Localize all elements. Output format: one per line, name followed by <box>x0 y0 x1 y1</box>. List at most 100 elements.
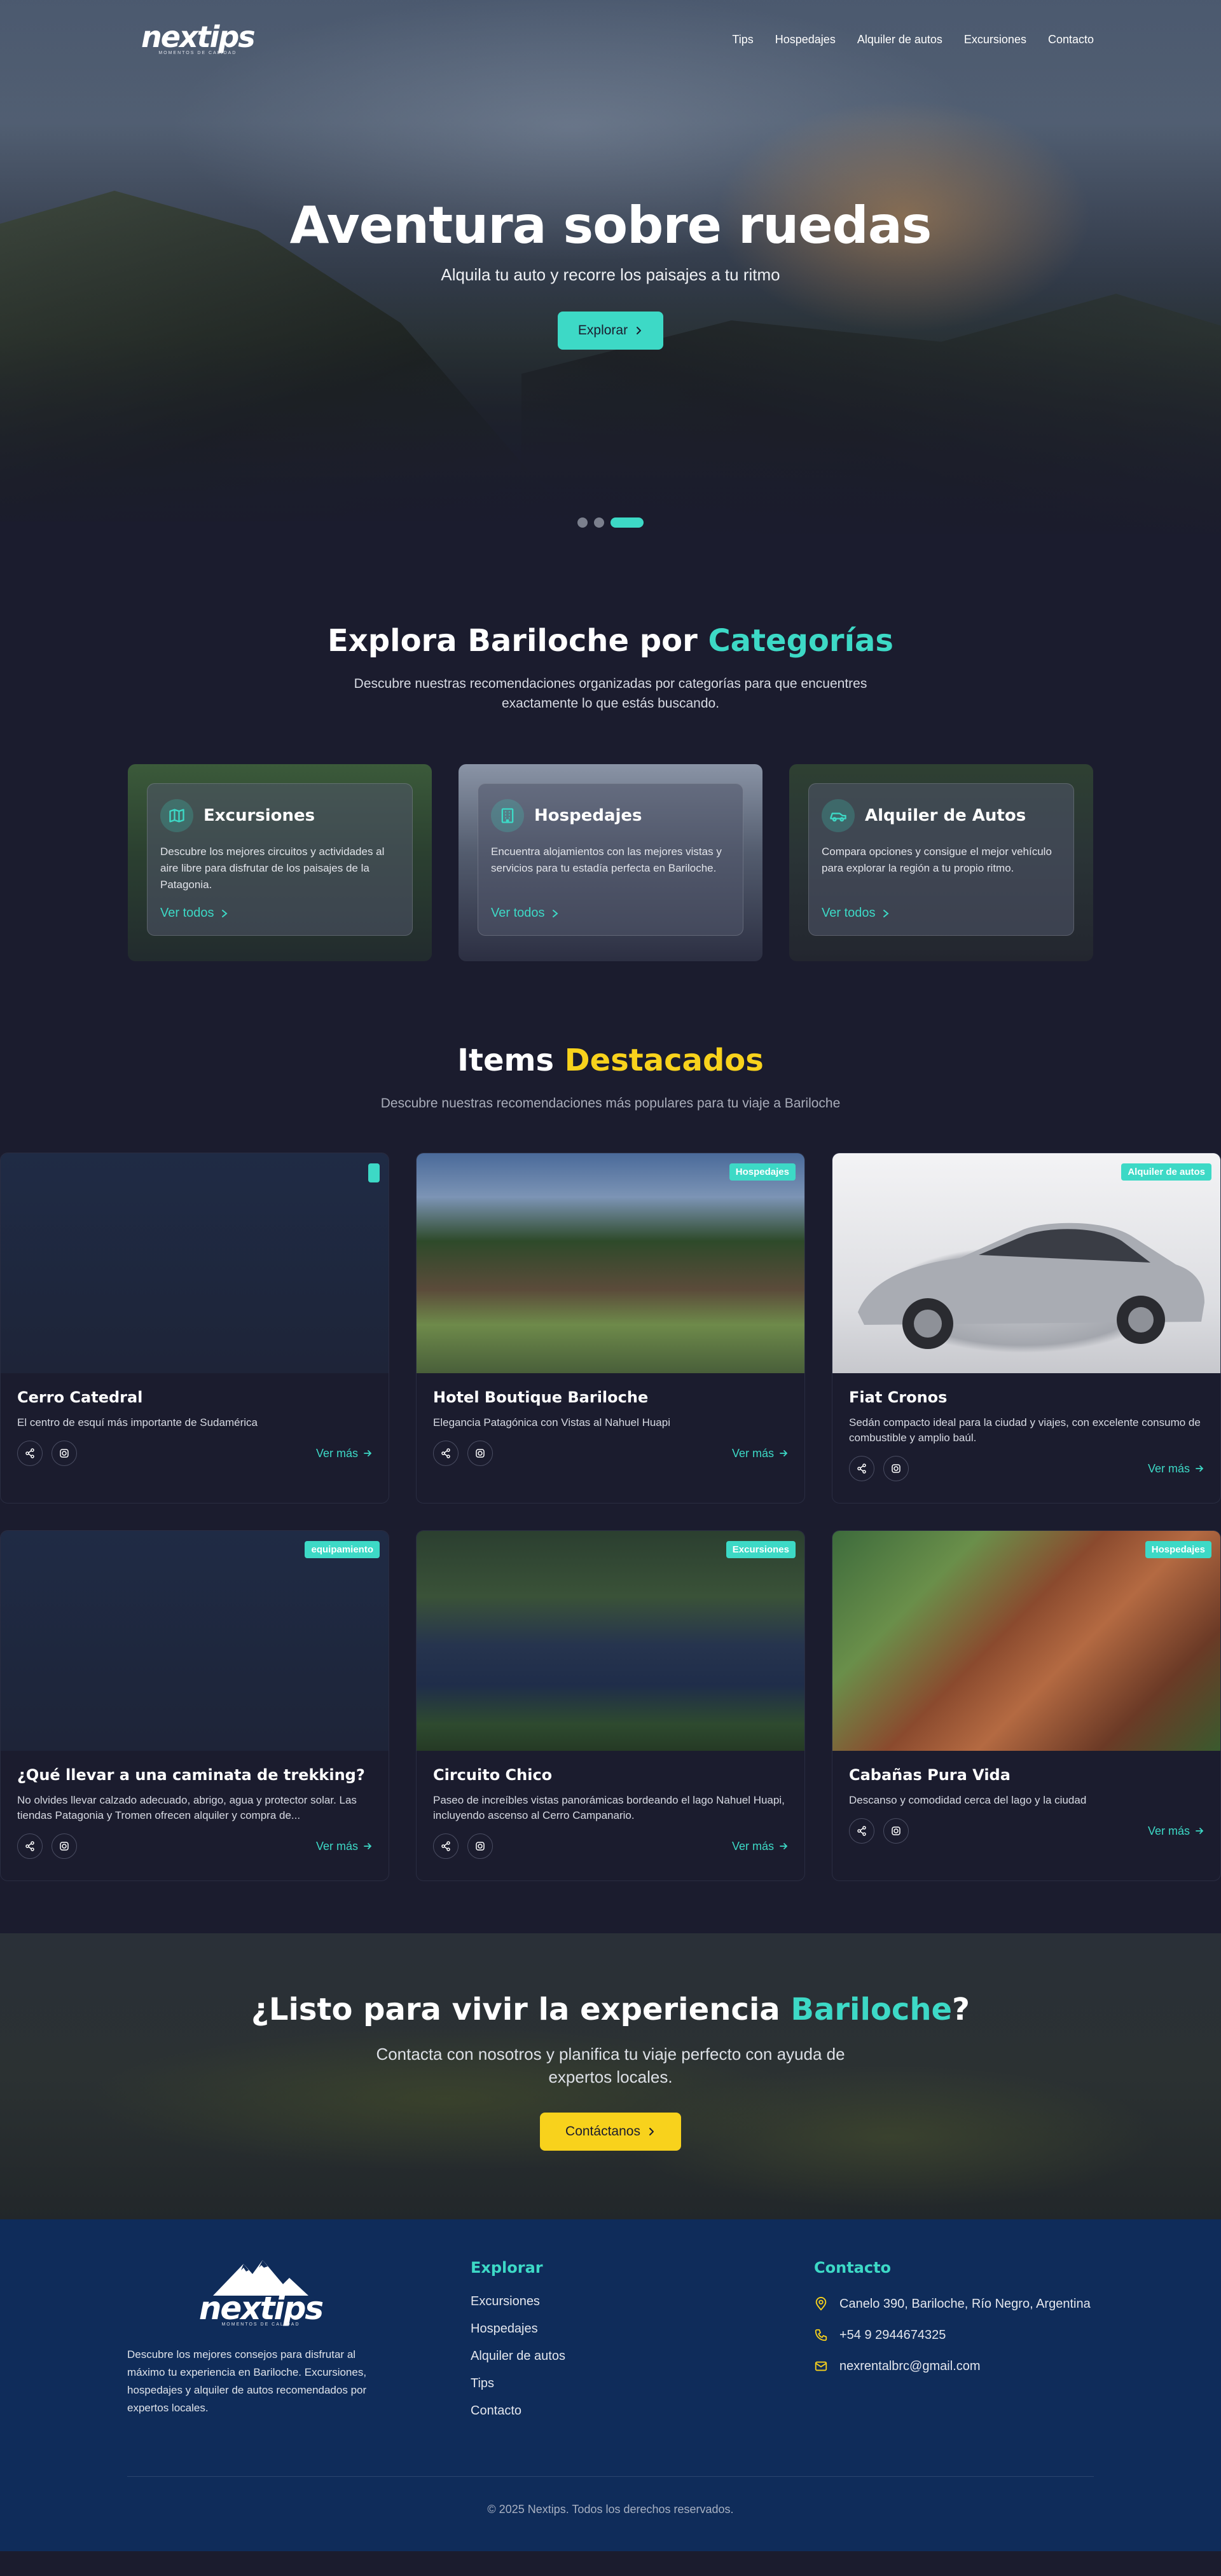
instagram-icon[interactable] <box>52 1833 77 1859</box>
item-image: Hospedajes <box>417 1153 804 1373</box>
item-image: Excursiones <box>417 1531 804 1751</box>
category-cards: Excursiones Descubre los mejores circuit… <box>0 764 1221 961</box>
footer-email[interactable]: nexrentalbrc@gmail.com <box>814 2357 1094 2379</box>
ver-todos-link[interactable]: Ver todos <box>160 906 228 921</box>
featured-card-cabanas-pura-vida[interactable]: Hospedajes Cabañas Pura Vida Descanso y … <box>832 1530 1221 1881</box>
item-description: Paseo de increíbles vistas panorámicas b… <box>433 1794 785 1821</box>
share-icon[interactable] <box>849 1456 874 1481</box>
share-icon[interactable] <box>433 1833 459 1859</box>
category-card-hospedajes[interactable]: Hospedajes Encuentra alojamientos con la… <box>459 764 762 961</box>
location-pin-icon <box>814 2294 831 2317</box>
item-description: No olvides llevar calzado adecuado, abri… <box>17 1794 357 1821</box>
nav-link-tips[interactable]: Tips <box>732 33 753 46</box>
category-badge: Alquiler de autos <box>1121 1163 1211 1181</box>
cta-title: ¿Listo para vivir la experiencia Bariloc… <box>251 1992 970 2027</box>
share-icon[interactable] <box>17 1441 43 1466</box>
share-icon[interactable] <box>433 1441 459 1466</box>
featured-card-circuito-chico[interactable]: Excursiones Circuito Chico Paseo de incr… <box>416 1530 805 1881</box>
instagram-icon[interactable] <box>883 1818 909 1844</box>
category-name: Hospedajes <box>534 806 642 825</box>
nav-link-contacto[interactable]: Contacto <box>1048 33 1094 46</box>
ver-todos-link[interactable]: Ver todos <box>491 906 559 921</box>
footer-contact-heading: Contacto <box>814 2259 892 2277</box>
footer-link-excursiones[interactable]: Excursiones <box>471 2294 814 2309</box>
hero-section: nextips MOMENTOS DE CALIDAD Tips Hospeda… <box>0 0 1221 559</box>
explorar-button[interactable]: Explorar <box>557 312 664 350</box>
top-navbar: nextips MOMENTOS DE CALIDAD Tips Hospeda… <box>0 0 1221 79</box>
cta-description: Contacta con nosotros y planifica tu via… <box>376 2045 845 2086</box>
item-description: Descanso y comodidad cerca del lago y la… <box>849 1794 1087 1806</box>
item-description: El centro de esquí más importante de Sud… <box>17 1416 258 1428</box>
footer-explore-heading: Explorar <box>471 2259 543 2277</box>
category-card-excursiones[interactable]: Excursiones Descubre los mejores circuit… <box>128 764 432 961</box>
item-image <box>1 1153 389 1373</box>
nav-link-hospedajes[interactable]: Hospedajes <box>775 33 836 46</box>
ver-mas-link[interactable]: Ver más <box>1148 1825 1204 1838</box>
logo-tagline: MOMENTOS DE CALIDAD <box>158 50 237 55</box>
categories-description: Descubre nuestras recomendaciones organi… <box>354 676 867 711</box>
chevron-right-icon <box>637 327 642 334</box>
item-title: Fiat Cronos <box>849 1388 948 1406</box>
category-badge: Hospedajes <box>729 1163 796 1181</box>
ver-mas-link[interactable]: Ver más <box>316 1447 372 1460</box>
instagram-icon[interactable] <box>52 1441 77 1466</box>
arrow-right-icon <box>364 1450 372 1456</box>
footer-address: Canelo 390, Bariloche, Río Negro, Argent… <box>814 2294 1094 2317</box>
category-badge <box>368 1163 380 1182</box>
arrow-right-icon <box>780 1843 788 1849</box>
ver-mas-link[interactable]: Ver más <box>316 1840 372 1853</box>
item-image: equipamiento <box>1 1531 389 1751</box>
building-icon <box>491 799 524 832</box>
logo-tagline: MOMENTOS DE CALIDAD <box>221 2322 300 2327</box>
featured-description: Descubre nuestras recomendaciones más po… <box>380 1096 841 1111</box>
ver-mas-link[interactable]: Ver más <box>732 1447 788 1460</box>
item-image: Alquiler de autos <box>832 1153 1220 1373</box>
contactanos-button[interactable]: Contáctanos <box>540 2113 681 2151</box>
chevron-right-icon <box>649 2128 654 2135</box>
featured-card-cerro-catedral[interactable]: Cerro Catedral El centro de esquí más im… <box>0 1153 389 1504</box>
footer-logo[interactable]: nextips MOMENTOS DE CALIDAD <box>127 2259 394 2327</box>
item-title: Circuito Chico <box>433 1766 553 1784</box>
featured-title: Items Destacados <box>457 1043 764 1078</box>
ver-todos-link[interactable]: Ver todos <box>822 906 890 921</box>
site-logo[interactable]: nextips MOMENTOS DE CALIDAD <box>141 22 256 55</box>
category-badge: Excursiones <box>726 1541 796 1558</box>
map-icon <box>160 799 193 832</box>
arrow-right-icon <box>1196 1828 1204 1834</box>
featured-card-hotel-boutique[interactable]: Hospedajes Hotel Boutique Bariloche Eleg… <box>416 1153 805 1504</box>
chevron-right-icon <box>221 909 228 917</box>
category-description: Compara opciones y consigue el mejor veh… <box>822 846 1052 874</box>
hero-subtitle: Alquila tu auto y recorre los paisajes a… <box>441 265 780 284</box>
footer-link-alquiler[interactable]: Alquiler de autos <box>471 2349 814 2364</box>
featured-section: Items Destacados Descubre nuestras recom… <box>0 1043 1221 1881</box>
footer-phone[interactable]: +54 9 2944674325 <box>814 2326 1094 2348</box>
share-icon[interactable] <box>17 1833 43 1859</box>
arrow-right-icon <box>1196 1465 1204 1472</box>
footer-link-contacto[interactable]: Contacto <box>471 2404 814 2418</box>
item-image: Hospedajes <box>832 1531 1220 1751</box>
categories-section: Explora Bariloche por Categorías Descubr… <box>0 559 1221 1043</box>
footer-explore-links: Excursiones Hospedajes Alquiler de autos… <box>471 2294 814 2418</box>
instagram-icon[interactable] <box>467 1833 493 1859</box>
ver-mas-link[interactable]: Ver más <box>732 1840 788 1853</box>
instagram-icon[interactable] <box>883 1456 909 1481</box>
footer-link-tips[interactable]: Tips <box>471 2376 814 2391</box>
footer-about: Descubre los mejores consejos para disfr… <box>127 2348 367 2414</box>
footer-link-hospedajes[interactable]: Hospedajes <box>471 2322 814 2336</box>
car-icon <box>822 799 855 832</box>
nav-link-alquiler[interactable]: Alquiler de autos <box>857 33 942 46</box>
category-card-alquiler-de-autos[interactable]: Alquiler de Autos Compara opciones y con… <box>789 764 1093 961</box>
carousel-dot-3-active[interactable] <box>610 517 644 528</box>
featured-card-fiat-cronos[interactable]: Alquiler de autos Fiat Cronos Sedán comp… <box>832 1153 1221 1504</box>
carousel-dot-2[interactable] <box>594 517 604 528</box>
instagram-icon[interactable] <box>467 1441 493 1466</box>
carousel-dot-1[interactable] <box>577 517 588 528</box>
featured-card-trekking-tips[interactable]: equipamiento ¿Qué llevar a una caminata … <box>0 1530 389 1881</box>
featured-items-grid: Cerro Catedral El centro de esquí más im… <box>0 1153 1221 1881</box>
share-icon[interactable] <box>849 1818 874 1844</box>
ver-mas-link[interactable]: Ver más <box>1148 1462 1204 1476</box>
footer-copyright: © 2025 Nextips. Todos los derechos reser… <box>487 2503 734 2516</box>
cta-section: ¿Listo para vivir la experiencia Bariloc… <box>0 1933 1221 2219</box>
footer-divider <box>127 2476 1094 2477</box>
nav-link-excursiones[interactable]: Excursiones <box>964 33 1026 46</box>
